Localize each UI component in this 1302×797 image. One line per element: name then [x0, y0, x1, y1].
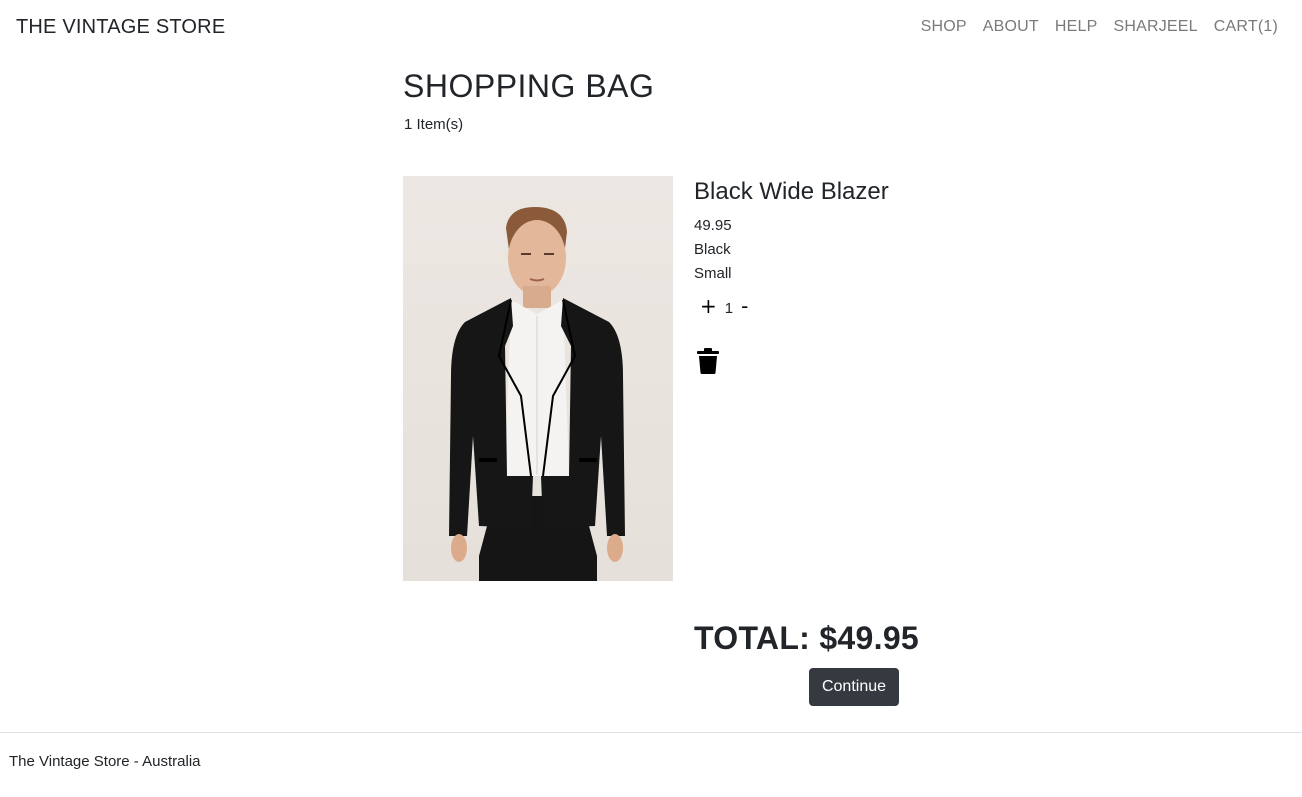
footer-text: The Vintage Store - Australia — [9, 753, 201, 770]
increase-quantity-button[interactable]: + — [698, 294, 719, 318]
product-photo-blazer — [449, 206, 625, 581]
nav-link-user[interactable]: SHARJEEL — [1113, 18, 1197, 36]
item-count: 1 Item(s) — [404, 116, 464, 133]
trash-icon — [697, 348, 719, 374]
order-total: TOTAL: $49.95 — [694, 620, 920, 656]
continue-button[interactable]: Continue — [809, 668, 899, 706]
decrease-quantity-button[interactable]: - — [739, 294, 750, 318]
product-name: Black Wide Blazer — [694, 178, 889, 205]
brand-logo-link[interactable]: THE VINTAGE STORE — [16, 16, 225, 39]
product-image — [403, 176, 673, 581]
quantity-value: 1 — [724, 299, 734, 317]
footer: The Vintage Store - Australia — [0, 732, 1302, 797]
nav-link-shop[interactable]: SHOP — [921, 18, 967, 36]
navbar: THE VINTAGE STORE SHOP ABOUT HELP SHARJE… — [0, 0, 1302, 58]
product-price: 49.95 — [694, 217, 732, 234]
remove-item-button[interactable] — [696, 348, 720, 376]
nav-link-about[interactable]: ABOUT — [983, 18, 1039, 36]
product-color: Black — [694, 241, 731, 258]
nav-link-cart[interactable]: CART(1) — [1214, 18, 1278, 36]
nav-links: SHOP ABOUT HELP SHARJEEL CART(1) — [921, 18, 1278, 36]
page-title: SHOPPING BAG — [403, 68, 655, 104]
quantity-stepper: + 1 - — [698, 294, 750, 318]
nav-link-help[interactable]: HELP — [1055, 18, 1098, 36]
product-size: Small — [694, 265, 732, 282]
